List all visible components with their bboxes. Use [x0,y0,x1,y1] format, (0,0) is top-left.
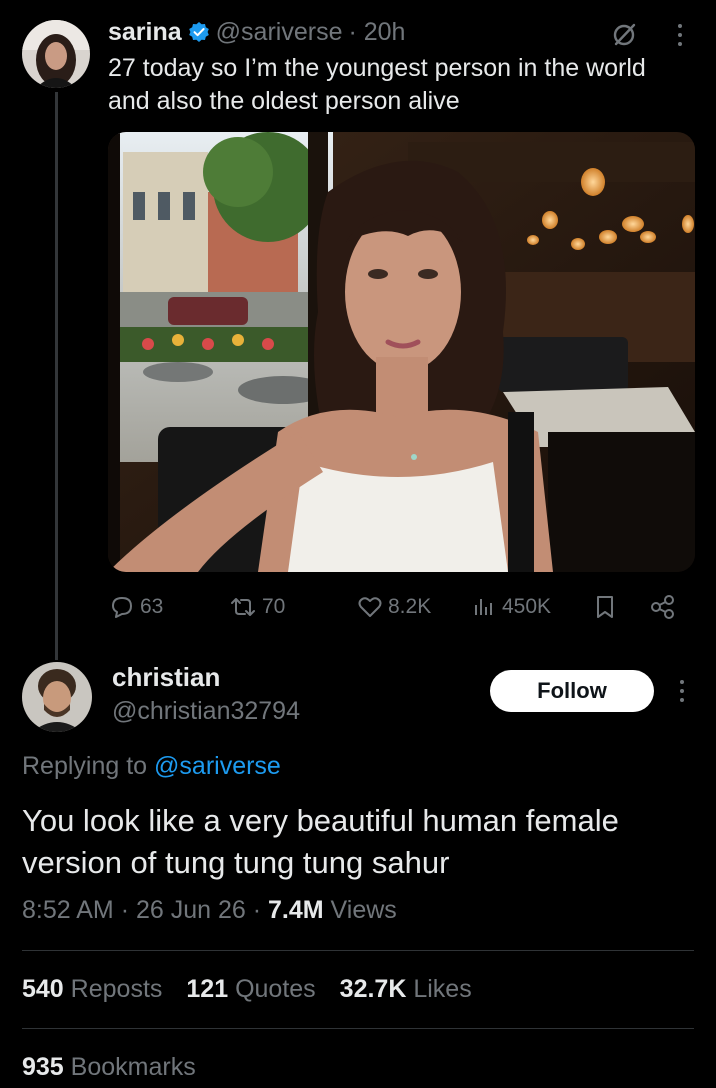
views-chart-icon [475,599,492,615]
reply-text: You look like a very beautiful human fem… [22,803,619,880]
quotes-count: 121 [186,975,229,1003]
views-button[interactable]: 450K [470,590,551,624]
author-handle[interactable]: @sariverse [216,18,343,47]
tweet-header: sarina @sariverse · 20h [108,14,405,50]
repost-icon [231,598,255,616]
repost-count: 70 [262,595,286,618]
reply-author-handle[interactable]: @christian32794 [112,697,300,726]
replying-prefix: Replying to [22,752,148,780]
reposts-label: Reposts [70,975,163,1003]
like-button[interactable]: 8.2K [356,590,431,624]
grok-icon[interactable] [610,20,638,48]
likes-count: 32.7K [339,975,407,1003]
follow-button[interactable]: Follow [490,670,654,712]
divider [22,950,694,951]
reposts-stat[interactable]: 540 Reposts [22,975,162,1004]
repost-button[interactable]: 70 [228,590,285,624]
reply-time[interactable]: 8:52 AM [22,896,114,924]
bookmarks-count: 935 [22,1053,64,1081]
like-count: 8.2K [388,595,432,618]
tweet-actions: 63 70 8.2K 450K [108,590,688,624]
reply-more-options-icon[interactable] [678,678,686,704]
thread-line [55,92,58,660]
reply-date[interactable]: · 26 Jun 26 · [121,896,261,924]
reply-meta: 8:52 AM · 26 Jun 26 · 7.4M Views [22,896,397,925]
bookmark-icon[interactable] [592,593,618,621]
reply-count: 63 [140,595,164,618]
quotes-stat[interactable]: 121 Quotes [186,975,315,1004]
replying-to: Replying to @sariverse [22,752,281,781]
quotes-label: Quotes [235,975,316,1003]
engagement-stats: 540 Reposts 121 Quotes 32.7K Likes [22,975,472,1004]
share-icon[interactable] [648,593,678,621]
reply-author-name[interactable]: christian [112,662,220,693]
reply-views-count: 7.4M [268,896,324,924]
heart-icon [358,597,382,617]
divider [22,1028,694,1029]
tweet-time[interactable]: · 20h [348,18,405,47]
reply-icon [112,597,132,618]
bookmarks-label: Bookmarks [70,1053,196,1081]
reposts-count: 540 [22,975,64,1003]
tweet-text: 27 today so I’m the youngest person in t… [108,54,646,115]
verified-badge-icon [188,22,209,42]
likes-stat[interactable]: 32.7K Likes [340,975,472,1004]
reply-views-label: Views [330,896,397,924]
replying-mention-link[interactable]: @sariverse [154,752,281,780]
christian-avatar[interactable] [22,662,92,732]
bookmarks-stat[interactable]: 935 Bookmarks [22,1053,196,1082]
likes-label: Likes [413,975,472,1003]
reply-button[interactable]: 63 [108,590,163,624]
sarina-avatar[interactable] [22,20,90,88]
views-count: 450K [502,595,552,618]
tweet-photo[interactable] [108,132,695,572]
author-name[interactable]: sarina [108,18,182,47]
more-options-icon[interactable] [676,22,684,48]
